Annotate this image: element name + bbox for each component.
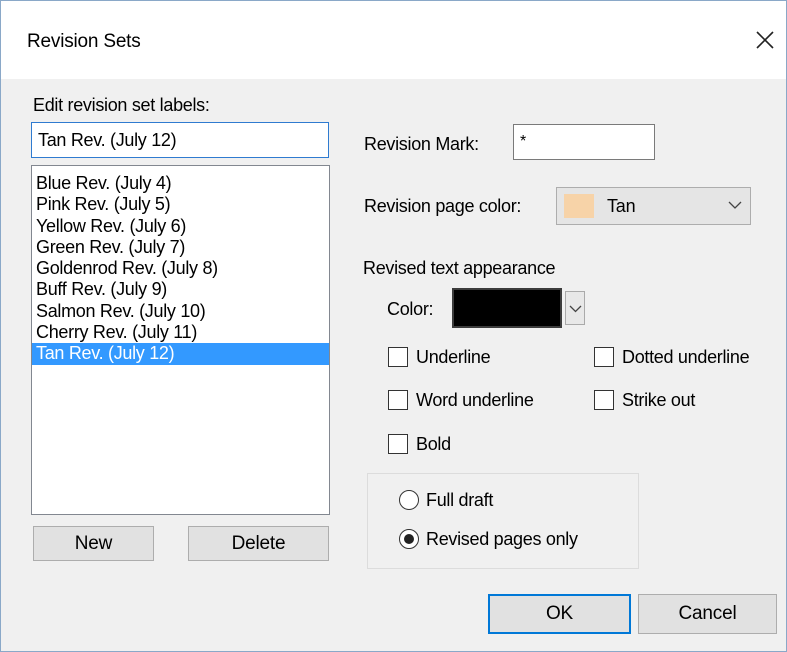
bold-label: Bold (416, 434, 451, 454)
full-draft-label: Full draft (426, 490, 494, 510)
strike-out-checkbox[interactable] (594, 390, 614, 410)
list-item[interactable]: Pink Rev. (July 5) (32, 194, 329, 215)
list-item[interactable]: Buff Rev. (July 9) (32, 279, 329, 300)
word-underline-label: Word underline (416, 390, 534, 410)
list-item[interactable]: Blue Rev. (July 4) (32, 173, 329, 194)
list-item[interactable]: Goldenrod Rev. (July 8) (32, 258, 329, 279)
edit-labels-heading: Edit revision set labels: (33, 95, 210, 115)
chevron-down-icon (569, 305, 582, 313)
dialog-title: Revision Sets (27, 31, 141, 52)
chevron-down-icon (728, 201, 742, 209)
list-item[interactable]: Cherry Rev. (July 11) (32, 322, 329, 343)
full-draft-radio[interactable] (399, 490, 419, 510)
page-color-value: Tan (607, 196, 636, 216)
page-color-dropdown[interactable]: Tan (556, 187, 751, 225)
text-color-dropdown[interactable] (452, 288, 586, 328)
dotted-underline-label: Dotted underline (622, 347, 750, 367)
appearance-heading: Revised text appearance (363, 258, 556, 278)
underline-label: Underline (416, 347, 491, 367)
revised-pages-only-radio[interactable] (399, 529, 419, 549)
revision-mark-input[interactable] (513, 124, 655, 160)
revision-mark-label: Revision Mark: (364, 134, 479, 154)
ok-button[interactable]: OK (488, 594, 631, 634)
dotted-underline-checkbox[interactable] (594, 347, 614, 367)
text-color-swatch (452, 288, 562, 328)
radio-selected-dot (404, 534, 414, 544)
label-edit-field[interactable] (31, 122, 329, 158)
page-scope-group (367, 473, 639, 569)
revised-pages-only-label: Revised pages only (426, 529, 578, 549)
bold-checkbox[interactable] (388, 434, 408, 454)
word-underline-checkbox[interactable] (388, 390, 408, 410)
revision-set-list[interactable]: Blue Rev. (July 4) Pink Rev. (July 5) Yell… (31, 165, 330, 515)
list-item[interactable]: Green Rev. (July 7) (32, 237, 329, 258)
page-color-label: Revision page color: (364, 196, 522, 216)
color-swatch (564, 194, 594, 218)
list-item[interactable]: Tan Rev. (July 12) (32, 343, 329, 365)
color-dropdown-arrow[interactable] (565, 291, 585, 325)
list-item[interactable]: Yellow Rev. (July 6) (32, 216, 329, 237)
close-button[interactable] (748, 23, 782, 57)
delete-button[interactable]: Delete (188, 526, 329, 561)
list-item[interactable]: Salmon Rev. (July 10) (32, 301, 329, 322)
new-button[interactable]: New (33, 526, 154, 561)
color-label: Color: (387, 299, 434, 319)
underline-checkbox[interactable] (388, 347, 408, 367)
strike-out-label: Strike out (622, 390, 696, 410)
revision-sets-dialog: Revision Sets Edit revision set labels: … (0, 0, 787, 652)
close-icon (756, 31, 774, 49)
cancel-button[interactable]: Cancel (638, 594, 777, 634)
title-bar: Revision Sets (1, 1, 786, 79)
